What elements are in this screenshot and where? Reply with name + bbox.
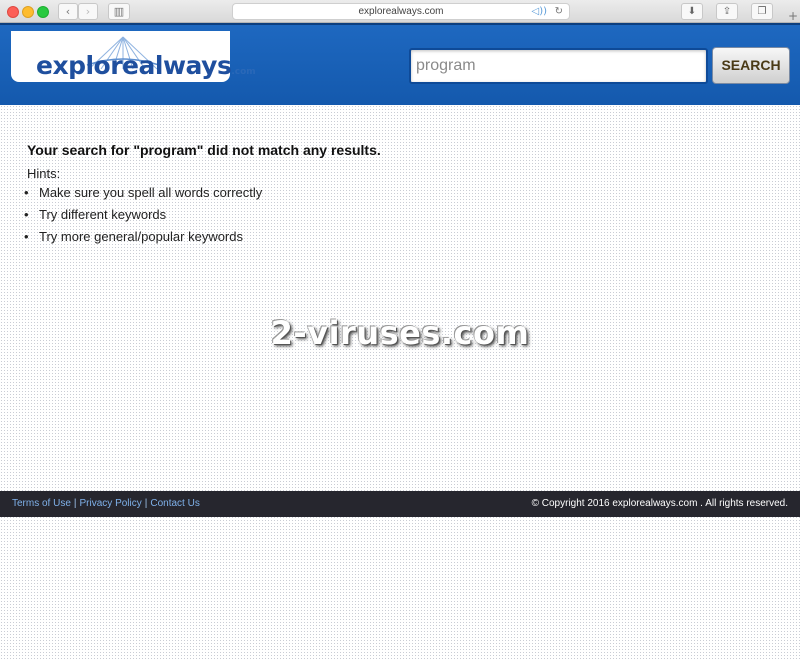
forward-icon[interactable]: ›: [78, 3, 98, 20]
site-header: explorealways.com SEARCH: [0, 23, 800, 105]
close-window-button[interactable]: [7, 6, 19, 18]
browser-toolbar: ‹ › ▥ explorealways.com ◁)) ↻ ⬇ ⇪ ❐ +: [0, 0, 800, 23]
logo[interactable]: explorealways.com: [11, 31, 256, 82]
new-tab-icon[interactable]: +: [788, 9, 798, 23]
search-input[interactable]: [409, 48, 708, 84]
address-bar[interactable]: explorealways.com ◁)) ↻: [232, 3, 570, 20]
search-button[interactable]: SEARCH: [712, 47, 790, 84]
logo-tld: .com: [231, 67, 256, 77]
bullet-icon: •: [24, 229, 29, 244]
footer: Terms of Use | Privacy Policy | Contact Us ©…: [0, 491, 800, 517]
zoom-window-button[interactable]: [37, 6, 49, 18]
back-icon[interactable]: ‹: [58, 3, 78, 20]
hints-label: Hints:: [27, 166, 61, 181]
tabs-icon[interactable]: ❐: [751, 3, 773, 20]
footer-separator: |: [144, 498, 148, 509]
audio-icon[interactable]: ◁)): [532, 4, 548, 19]
terms-of-use-link[interactable]: Terms of Use: [12, 498, 71, 509]
hint-text: Make sure you spell all words correctly: [39, 185, 263, 200]
copyright-text: © Copyright 2016 explorealways.com . All…: [531, 498, 788, 509]
bullet-icon: •: [24, 207, 29, 222]
share-icon[interactable]: ⇪: [716, 3, 738, 20]
reload-icon[interactable]: ↻: [555, 4, 563, 19]
no-results-message: Your search for "program" did not match …: [27, 142, 381, 158]
minimize-window-button[interactable]: [22, 6, 34, 18]
logo-text: explorealways.com: [36, 51, 256, 80]
download-icon[interactable]: ⬇: [681, 3, 703, 20]
sidebar-icon[interactable]: ▥: [108, 3, 130, 20]
privacy-policy-link[interactable]: Privacy Policy: [80, 498, 142, 509]
hint-text: Try more general/popular keywords: [39, 229, 243, 244]
footer-links: Terms of Use | Privacy Policy | Contact Us: [12, 491, 200, 517]
contact-us-link[interactable]: Contact Us: [150, 498, 199, 509]
bullet-icon: •: [24, 185, 29, 200]
address-url: explorealways.com: [358, 6, 444, 17]
watermark: 2-viruses.com: [270, 314, 530, 352]
logo-main: explorealways: [36, 51, 232, 80]
hint-text: Try different keywords: [39, 207, 167, 222]
footer-separator: |: [73, 498, 77, 509]
